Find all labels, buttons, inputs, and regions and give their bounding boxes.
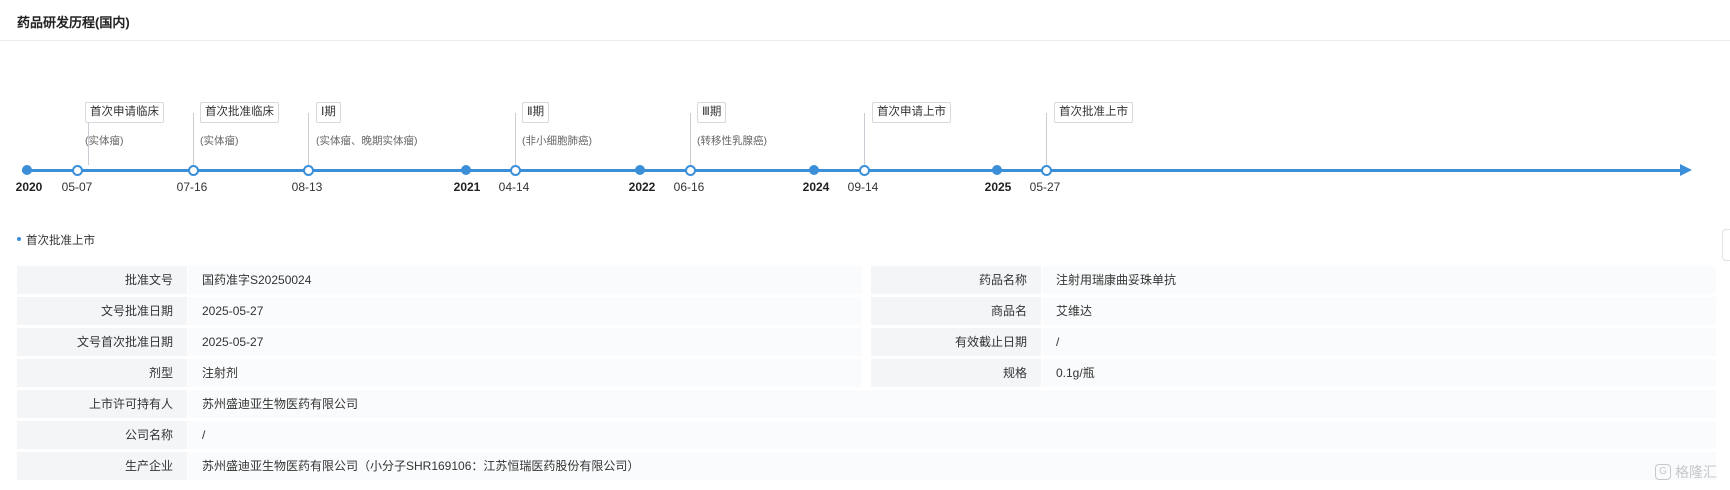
watermark-logo-icon: G xyxy=(1655,464,1671,480)
event-date: 06-16 xyxy=(673,180,705,194)
event-dot[interactable] xyxy=(1041,165,1052,176)
field-label: 药品名称 xyxy=(871,266,1041,294)
field-value: / xyxy=(1042,328,1716,356)
event-subtitle: (实体瘤) xyxy=(200,135,239,147)
year-dot xyxy=(809,165,819,175)
year-label: 2025 xyxy=(984,180,1012,194)
field-label: 规格 xyxy=(871,359,1041,387)
event-label[interactable]: 首次申请临床 xyxy=(85,102,164,123)
event-subtitle: (转移性乳腺癌) xyxy=(697,135,767,147)
field-value: 国药准字S20250024 xyxy=(188,266,862,294)
event-stem xyxy=(308,113,309,165)
event-subtitle: (实体瘤) xyxy=(85,135,124,147)
field-label: 剂型 xyxy=(17,359,187,387)
field-label: 文号首次批准日期 xyxy=(17,328,187,356)
event-label[interactable]: 首次申请上市 xyxy=(872,102,951,123)
field-value: 注射剂 xyxy=(188,359,862,387)
watermark: G 格隆汇 xyxy=(1655,462,1717,482)
event-stem xyxy=(864,113,865,165)
year-label: 2024 xyxy=(802,180,830,194)
field-value: 2025-05-27 xyxy=(188,328,862,356)
year-label: 2021 xyxy=(453,180,481,194)
event-stem xyxy=(1046,113,1047,165)
event-dot[interactable] xyxy=(685,165,696,176)
event-dot[interactable] xyxy=(72,165,83,176)
field-label: 批准文号 xyxy=(17,266,187,294)
event-dot[interactable] xyxy=(303,165,314,176)
watermark-text: 格隆汇 xyxy=(1675,464,1717,480)
field-value: 苏州盛迪亚生物医药有限公司 xyxy=(188,390,1716,418)
event-label[interactable]: Ⅰ期 xyxy=(316,102,341,123)
field-value: 苏州盛迪亚生物医药有限公司（小分子SHR169106：江苏恒瑞医药股份有限公司） xyxy=(188,452,1716,480)
side-panel-toggle[interactable] xyxy=(1722,229,1730,261)
field-value: 注射用瑞康曲妥珠单抗 xyxy=(1042,266,1716,294)
timeline-arrow-icon xyxy=(1680,164,1692,176)
event-date: 09-14 xyxy=(847,180,879,194)
field-label: 公司名称 xyxy=(17,421,187,449)
page-title: 药品研发历程(国内) xyxy=(17,15,130,30)
field-value: 0.1g/瓶 xyxy=(1042,359,1716,387)
event-subtitle: (实体瘤、晚期实体瘤) xyxy=(316,135,418,147)
section-bullet-icon xyxy=(17,237,21,241)
year-label: 2022 xyxy=(628,180,656,194)
field-label: 生产企业 xyxy=(17,452,187,480)
event-dot[interactable] xyxy=(188,165,199,176)
field-label: 文号批准日期 xyxy=(17,297,187,325)
event-label[interactable]: 首次批准临床 xyxy=(200,102,279,123)
field-value: / xyxy=(188,421,1716,449)
year-dot xyxy=(22,165,32,175)
field-value: 艾维达 xyxy=(1042,297,1716,325)
event-date: 07-16 xyxy=(176,180,208,194)
event-label[interactable]: 首次批准上市 xyxy=(1054,102,1133,123)
event-subtitle: (非小细胞肺癌) xyxy=(522,135,592,147)
field-label: 上市许可持有人 xyxy=(17,390,187,418)
event-label[interactable]: Ⅲ期 xyxy=(697,102,727,123)
timeline-axis xyxy=(22,169,1688,172)
field-label: 商品名 xyxy=(871,297,1041,325)
event-stem xyxy=(690,113,691,165)
event-stem xyxy=(193,113,194,165)
header-bar: 药品研发历程(国内) xyxy=(0,0,1730,41)
year-dot xyxy=(992,165,1002,175)
event-date: 05-07 xyxy=(61,180,93,194)
event-label[interactable]: Ⅱ期 xyxy=(522,102,550,123)
year-dot xyxy=(635,165,645,175)
section-title: 首次批准上市 xyxy=(26,235,95,247)
event-stem xyxy=(515,113,516,165)
event-date: 05-27 xyxy=(1029,180,1061,194)
year-dot xyxy=(461,165,471,175)
event-dot[interactable] xyxy=(510,165,521,176)
year-label: 2020 xyxy=(15,180,43,194)
field-value: 2025-05-27 xyxy=(188,297,862,325)
event-dot[interactable] xyxy=(859,165,870,176)
event-date: 04-14 xyxy=(498,180,530,194)
field-label: 有效截止日期 xyxy=(871,328,1041,356)
event-date: 08-13 xyxy=(291,180,323,194)
